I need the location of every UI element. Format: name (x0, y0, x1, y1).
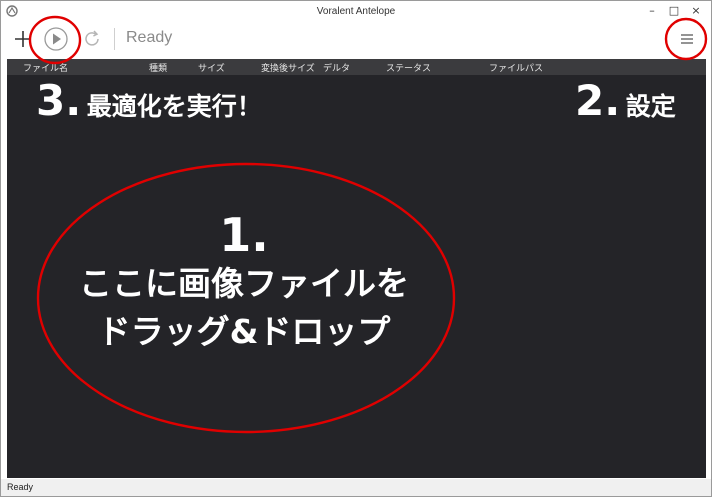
column-header-delta[interactable]: デルタ (323, 61, 350, 74)
annotation-step3: 3. 最適化を実行！ (36, 76, 262, 125)
toolbar: Ready (1, 23, 711, 57)
annotation-step1-line2: ドラッグ&ドロップ (97, 312, 391, 351)
annotation-step1-number: 1. (219, 208, 269, 262)
add-icon[interactable] (12, 28, 34, 50)
close-button[interactable]: × (687, 4, 705, 18)
file-list-header: ファイル名 種類 サイズ 変換後サイズ デルタ ステータス ファイルパス (7, 59, 706, 75)
annotation-step2: 2. 設定 (575, 76, 676, 125)
menu-icon[interactable] (676, 28, 698, 50)
column-header-converted-size[interactable]: 変換後サイズ (261, 61, 315, 74)
status-bar-text: Ready (7, 482, 34, 492)
annotation-step1: 1. ここに画像ファイルを ドラッグ&ドロップ (38, 210, 450, 356)
annotation-step3-number: 3. (36, 76, 82, 125)
toolbar-status-text: Ready (126, 29, 173, 46)
maximize-button[interactable]: □ (665, 4, 683, 18)
annotation-step3-label: 最適化を実行！ (86, 92, 262, 121)
column-header-type[interactable]: 種類 (149, 61, 167, 74)
column-header-status[interactable]: ステータス (386, 61, 431, 74)
annotation-step2-number: 2. (575, 76, 621, 125)
toolbar-separator (114, 28, 115, 50)
column-header-filename[interactable]: ファイル名 (23, 61, 68, 74)
window-title: Voralent Antelope (316, 6, 396, 17)
column-header-filepath[interactable]: ファイルパス (489, 61, 543, 74)
status-bar: Ready (1, 479, 711, 496)
refresh-icon[interactable] (81, 28, 103, 50)
minimize-button[interactable]: – (643, 4, 661, 18)
column-header-size[interactable]: サイズ (198, 61, 225, 74)
annotation-step1-line1: ここに画像ファイルを (79, 264, 409, 303)
run-optimize-icon[interactable] (43, 26, 69, 52)
title-bar[interactable]: Voralent Antelope – □ × (1, 1, 711, 23)
annotation-step2-label: 設定 (625, 92, 676, 121)
